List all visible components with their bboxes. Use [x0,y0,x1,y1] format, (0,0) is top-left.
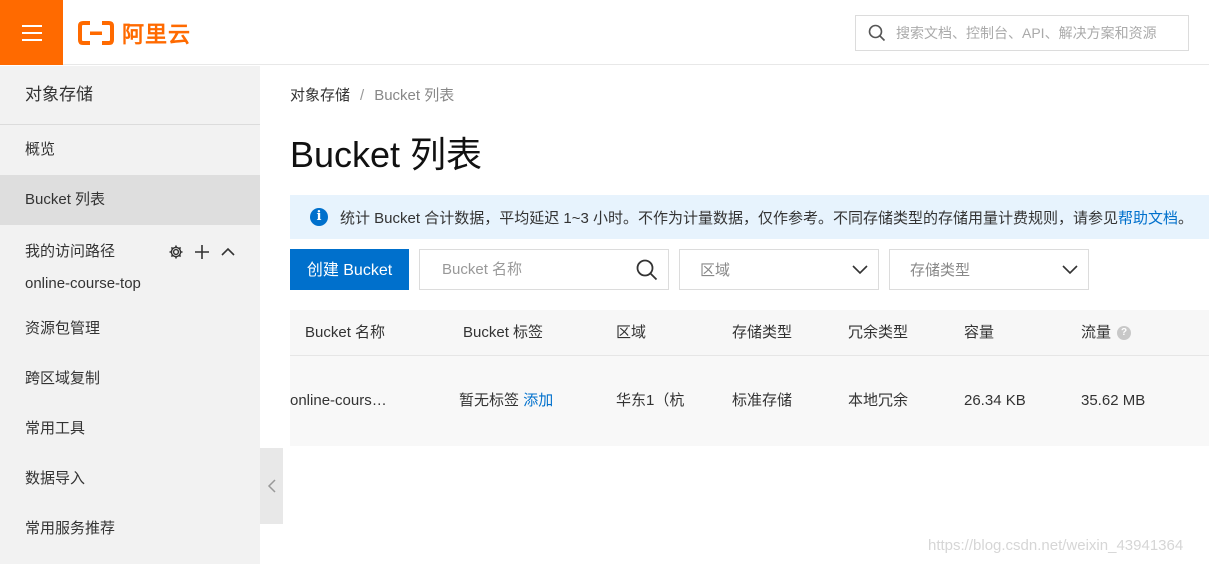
redundancy-cell: 本地冗余 [848,392,909,409]
sidebar: 对象存储 概览 Bucket 列表 我的访问路径 online-course-t… [0,66,260,564]
plus-icon[interactable] [194,244,210,260]
global-search[interactable] [855,15,1189,51]
chevron-left-icon [267,479,276,493]
chevron-up-icon[interactable] [220,244,236,260]
column-header-redundancy: 冗余类型 [848,324,909,341]
sidebar-item-cross-region-replication[interactable]: 跨区域复制 [0,354,260,404]
aliyun-logo-icon [78,21,114,45]
column-header-traffic: 流量 [1081,324,1112,341]
storage-class-cell: 标准存储 [732,392,793,409]
storage-class-label: 存储类型 [910,262,971,279]
info-notice: i 统计 Bucket 合计数据，平均延迟 1~3 小时。不作为计量数据，仅作参… [290,195,1209,239]
no-tags-text: 暂无标签 [459,392,520,409]
breadcrumb-root[interactable]: 对象存储 [290,87,350,104]
storage-class-select[interactable]: 存储类型 [889,249,1089,290]
bucket-name-cell[interactable]: online-cours… [290,356,387,446]
access-path-label: 我的访问路径 [25,243,116,260]
table-row: online-cours… 暂无标签 添加 华东1（杭 标准存储 本地冗余 26… [290,356,1209,446]
bucket-tags-cell: 暂无标签 添加 [459,356,553,446]
traffic-cell: 35.62 MB [1081,392,1146,409]
sidebar-item-bucket-list[interactable]: Bucket 列表 [0,175,260,225]
column-header-region: 区域 [616,324,647,341]
breadcrumb: 对象存储 / Bucket 列表 [290,84,454,105]
page-title: Bucket 列表 [290,134,483,175]
column-header-name: Bucket 名称 [305,324,386,341]
breadcrumb-separator: / [360,87,365,104]
menu-icon[interactable] [0,0,63,65]
sidebar-title: 对象存储 [0,66,260,125]
search-input[interactable] [894,24,1188,42]
column-header-traffic-wrap: 流量? [1081,310,1132,355]
region-select[interactable]: 区域 [679,249,879,290]
chevron-down-icon [852,264,868,274]
breadcrumb-current: Bucket 列表 [374,87,455,104]
add-tag-link[interactable]: 添加 [523,392,553,409]
bucket-name-search[interactable] [419,249,669,290]
chevron-down-icon [1062,264,1078,274]
watermark: https://blog.csdn.net/weixin_43941364 [928,537,1184,554]
search-icon [868,24,886,42]
sidebar-item-online-course-top[interactable]: online-course-top [0,259,260,309]
notice-tail: 。 [1178,209,1194,227]
top-bar: 阿里云 [0,0,1209,65]
table-header: Bucket 名称 Bucket 标签 区域 存储类型 冗余类型 容量 流量? [290,310,1209,356]
sidebar-collapse-button[interactable] [260,448,283,524]
search-icon[interactable] [636,259,658,281]
bucket-name-input[interactable] [440,260,604,279]
help-doc-link[interactable]: 帮助文档 [1118,207,1178,228]
info-icon: i [310,208,328,226]
help-icon[interactable]: ? [1117,326,1132,341]
sidebar-item-recommended-services[interactable]: 常用服务推荐 [0,504,260,554]
aliyun-logo[interactable]: 阿里云 [78,18,191,48]
notice-text: 统计 Bucket 合计数据，平均延迟 1~3 小时。不作为计量数据，仅作参考。… [340,209,1118,227]
bucket-table: Bucket 名称 Bucket 标签 区域 存储类型 冗余类型 容量 流量? … [290,310,1209,446]
sidebar-item-data-import[interactable]: 数据导入 [0,454,260,504]
column-header-storage-class: 存储类型 [732,324,793,341]
sidebar-item-common-tools[interactable]: 常用工具 [0,404,260,454]
region-cell: 华东1（杭 [616,392,685,409]
capacity-cell: 26.34 KB [964,392,1026,409]
sidebar-item-resource-packages[interactable]: 资源包管理 [0,304,260,354]
logo-text: 阿里云 [122,22,192,47]
create-bucket-button[interactable]: 创建 Bucket [290,249,409,290]
sidebar-item-overview[interactable]: 概览 [0,125,260,175]
column-header-tags: Bucket 标签 [463,324,544,341]
gear-icon[interactable] [168,244,184,260]
column-header-capacity: 容量 [964,324,995,341]
region-select-label: 区域 [700,262,731,279]
